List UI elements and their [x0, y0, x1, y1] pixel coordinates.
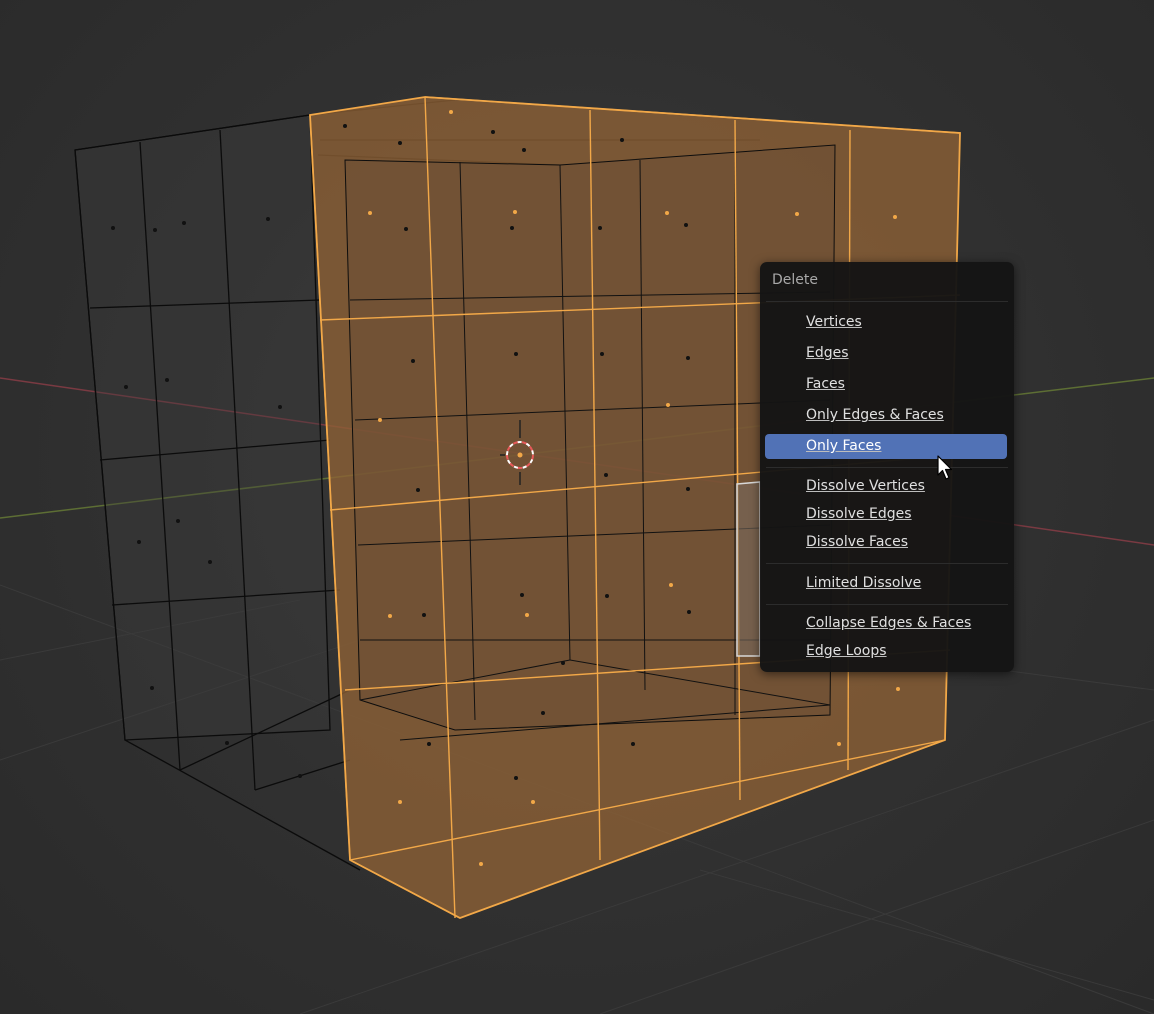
menu-item-label: Limited Dissolve — [806, 575, 922, 591]
menu-item-dissolve-vertices[interactable]: Dissolve Vertices — [765, 474, 1007, 499]
menu-item-faces[interactable]: Faces — [765, 372, 1007, 397]
menu-item-label: Dissolve Faces — [806, 534, 909, 550]
menu-item-label: Dissolve Vertices — [806, 478, 925, 494]
menu-item-vertices[interactable]: Vertices — [765, 310, 1007, 335]
menu-item-edges[interactable]: Edges — [765, 341, 1007, 366]
menu-separator — [766, 301, 1008, 302]
menu-item-label: Dissolve Edges — [806, 506, 912, 522]
menu-item-label: Vertices — [806, 314, 862, 330]
menu-item-label: Faces — [806, 376, 845, 392]
menu-item-label: Edge Loops — [806, 643, 887, 659]
menu-separator — [766, 563, 1008, 564]
menu-item-label: Only Edges & Faces — [806, 407, 944, 423]
menu-item-dissolve-edges[interactable]: Dissolve Edges — [765, 502, 1007, 527]
menu-title: Delete — [772, 272, 818, 288]
menu-item-label: Only Faces — [806, 438, 882, 454]
menu-item-label: Edges — [806, 345, 849, 361]
3d-viewport[interactable]: Delete Vertices Edges Faces Only Edges &… — [0, 0, 1154, 1014]
menu-item-dissolve-faces[interactable]: Dissolve Faces — [765, 530, 1007, 555]
arrow-cursor-icon — [937, 455, 953, 480]
menu-item-label: Collapse Edges & Faces — [806, 615, 972, 631]
menu-item-only-edges-faces[interactable]: Only Edges & Faces — [765, 403, 1007, 428]
menu-separator — [766, 467, 1008, 468]
menu-item-edge-loops[interactable]: Edge Loops — [765, 639, 1007, 664]
menu-separator — [766, 604, 1008, 605]
menu-item-limited-dissolve[interactable]: Limited Dissolve — [765, 571, 1007, 596]
delete-menu: Delete Vertices Edges Faces Only Edges &… — [760, 262, 1014, 672]
menu-item-collapse-edges-faces[interactable]: Collapse Edges & Faces — [765, 611, 1007, 636]
menu-item-only-faces[interactable]: Only Faces — [765, 434, 1007, 459]
